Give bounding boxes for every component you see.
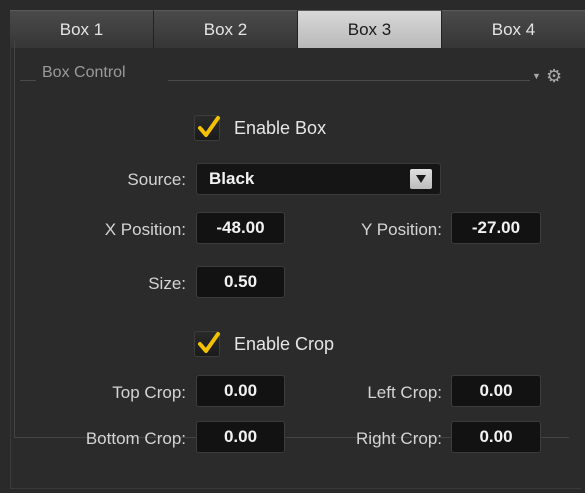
enable-box-row: Enable Box [194, 115, 326, 141]
bottom-crop-field[interactable]: 0.00 [196, 421, 285, 453]
source-label: Source: [127, 170, 186, 189]
enable-box-checkbox[interactable] [194, 115, 220, 141]
size-field[interactable]: 0.50 [196, 266, 285, 298]
left-crop-label: Left Crop: [367, 383, 442, 402]
bottom-crop-label: Bottom Crop: [85, 429, 186, 448]
dropdown-arrow-icon[interactable] [410, 169, 432, 189]
gear-icon[interactable]: ⚙ [546, 67, 562, 85]
left-crop-field[interactable]: 0.00 [451, 375, 541, 407]
section-divider-right [168, 80, 530, 81]
x-position-label: X Position: [104, 220, 186, 239]
x-position-field[interactable]: -48.00 [196, 212, 285, 244]
section-title: Box Control [40, 64, 128, 82]
size-label: Size: [148, 274, 186, 293]
box-control-panel: Box 1 Box 2 Box 3 Box 4 Box Control ▼ ⚙ … [0, 0, 585, 493]
enable-crop-checkbox[interactable] [194, 331, 220, 357]
right-crop-field[interactable]: 0.00 [451, 421, 541, 453]
enable-crop-label: Enable Crop [234, 333, 335, 354]
top-crop-label: Top Crop: [112, 383, 186, 402]
y-position-field[interactable]: -27.00 [451, 212, 541, 244]
enable-box-label: Enable Box [234, 117, 327, 138]
checkmark-icon [198, 116, 220, 137]
chevron-down-icon[interactable]: ▼ [532, 71, 541, 81]
checkmark-icon [198, 332, 220, 353]
source-select[interactable]: Black [196, 163, 441, 195]
section-divider-left [20, 80, 36, 81]
y-position-label: Y Position: [361, 220, 442, 239]
right-crop-label: Right Crop: [356, 429, 442, 448]
top-crop-field[interactable]: 0.00 [196, 375, 285, 407]
source-value: Black [209, 169, 255, 188]
enable-crop-row: Enable Crop [194, 331, 334, 357]
